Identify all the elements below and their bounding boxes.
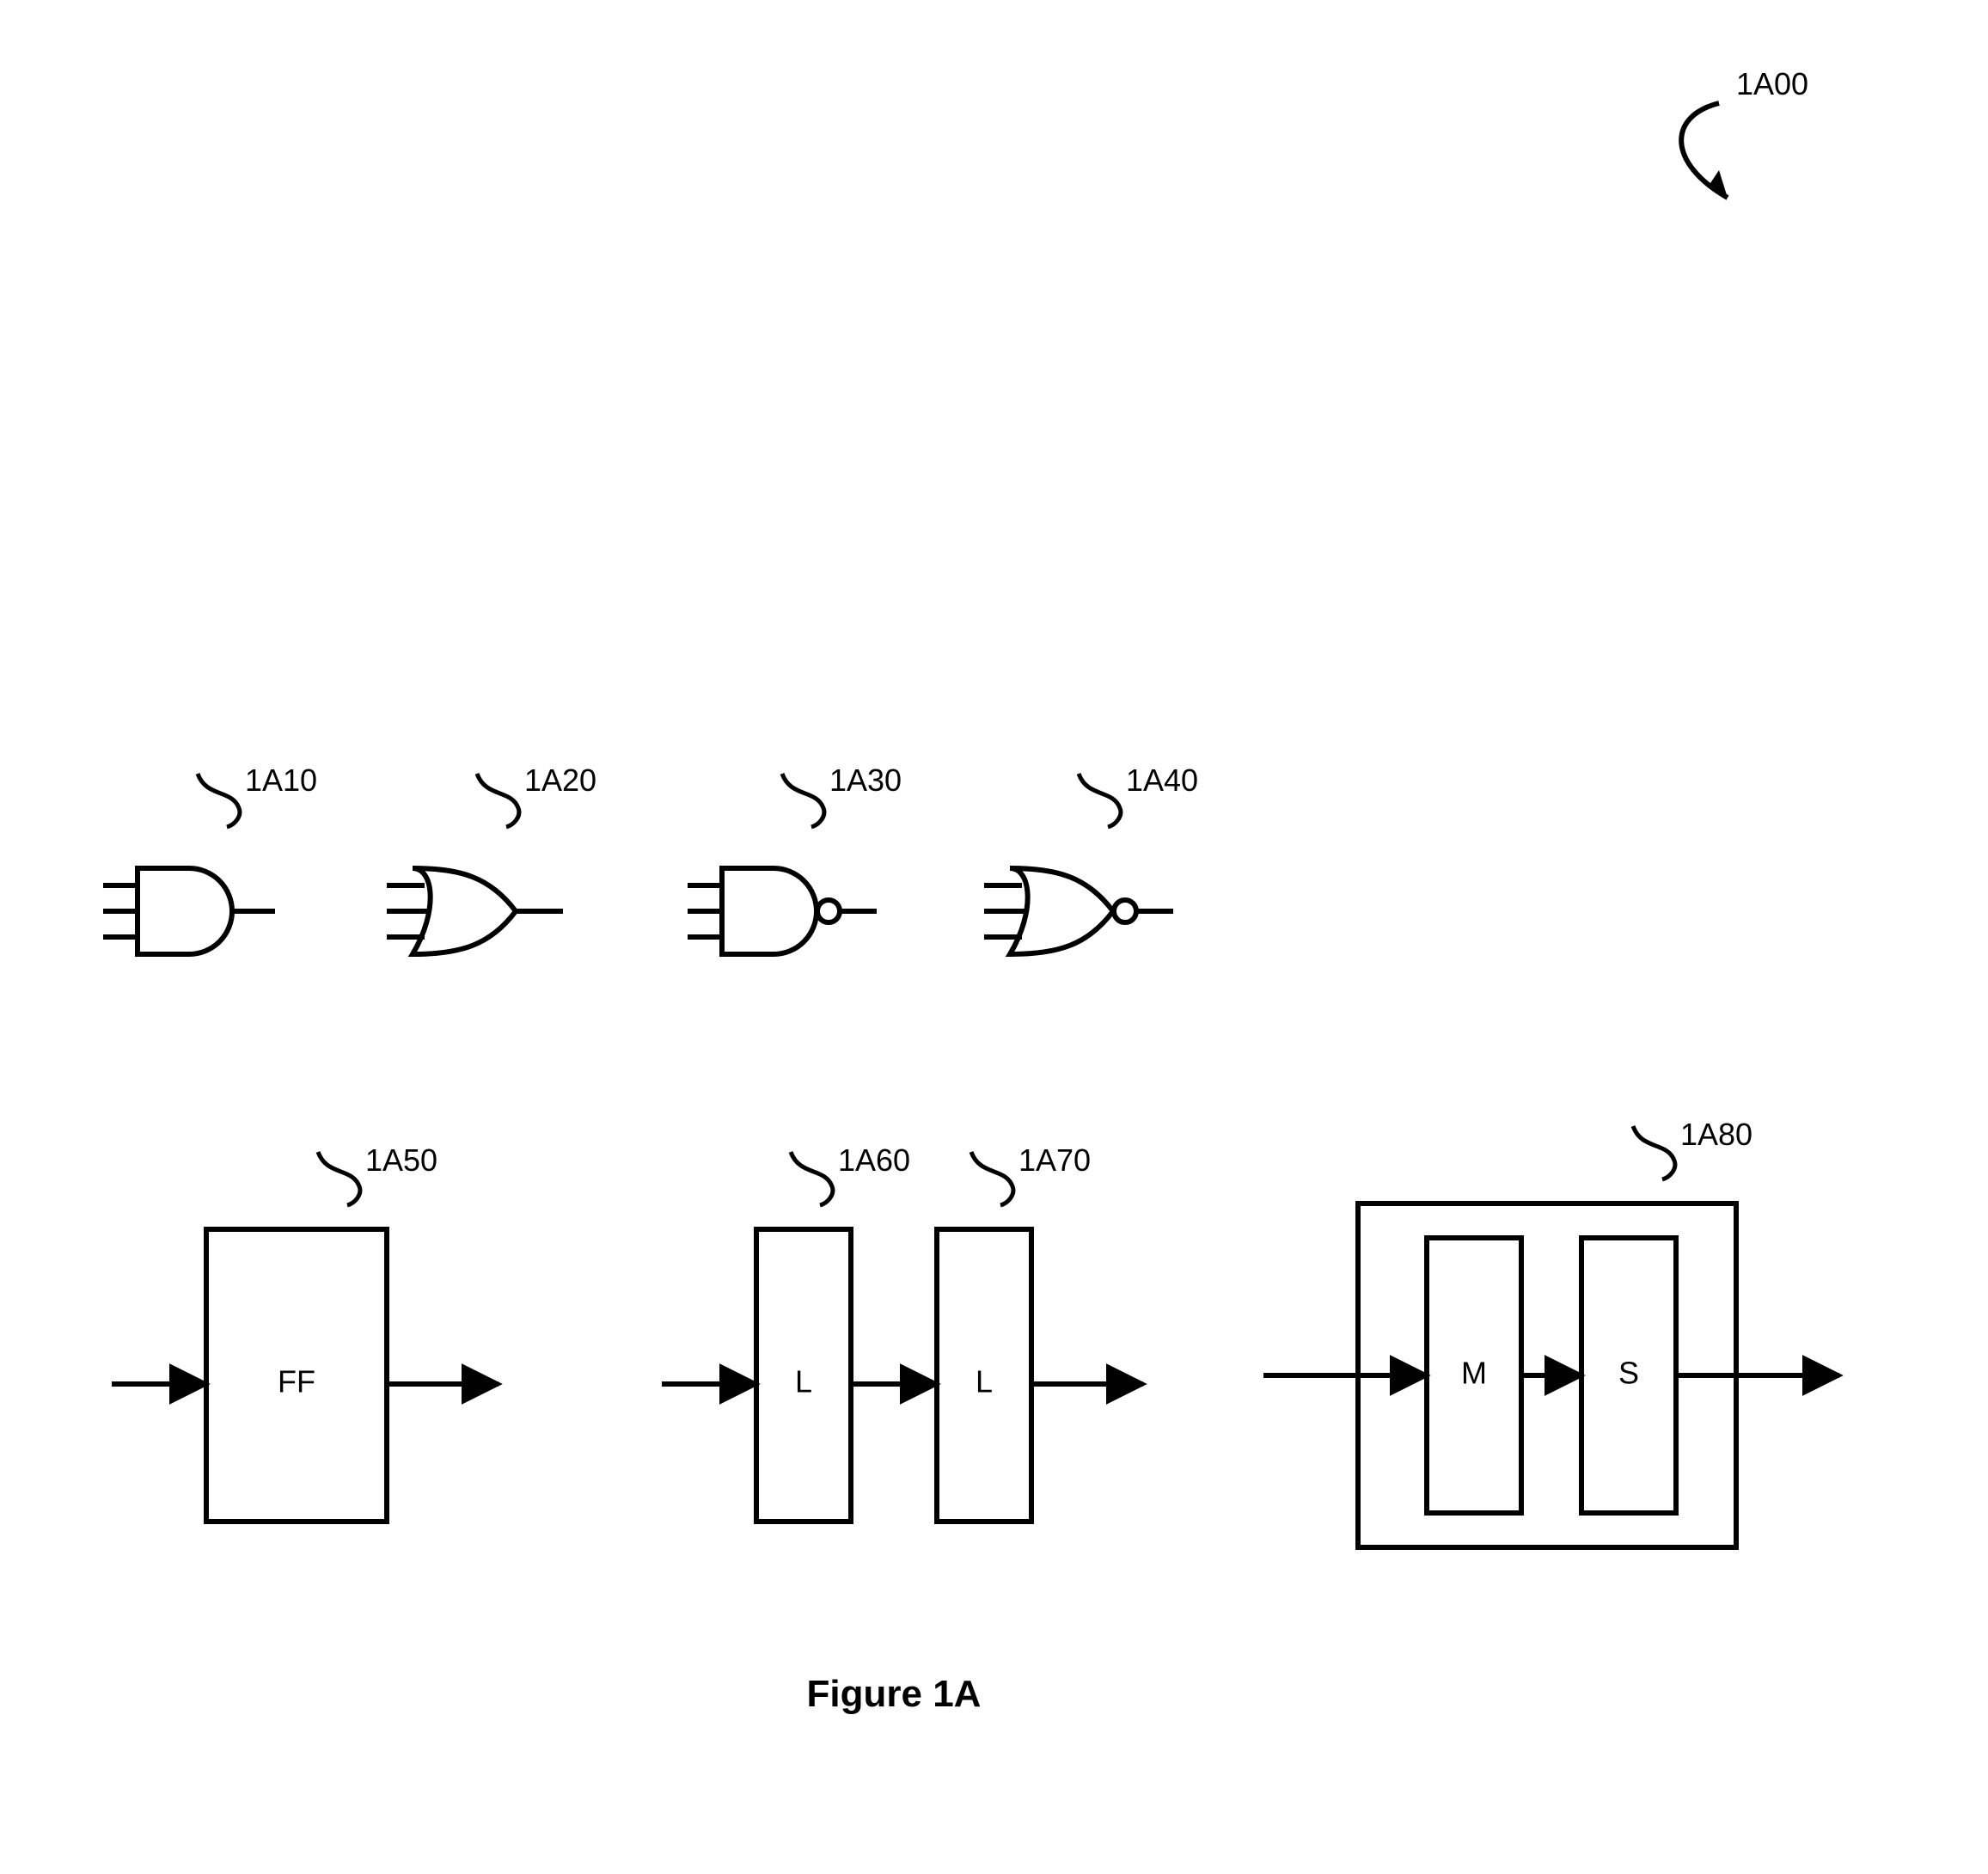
figure-1a: 1A00 1A10 1A20 — [0, 0, 1988, 1874]
ref-1a60-label: 1A60 — [838, 1142, 910, 1178]
ref-1a10-label: 1A10 — [245, 762, 317, 798]
slave-label: S — [1618, 1356, 1639, 1391]
gates-row: 1A10 1A20 1A30 — [103, 762, 1198, 954]
figure-ref-1a00: 1A00 — [1681, 66, 1808, 198]
figure-caption: Figure 1A — [807, 1673, 982, 1715]
ref-1a30-label: 1A30 — [829, 762, 902, 798]
nor-gate: 1A40 — [984, 762, 1198, 954]
ff-block: FF 1A50 — [112, 1142, 499, 1522]
ff-label: FF — [278, 1364, 315, 1399]
ms-container: M S 1A80 — [1263, 1117, 1839, 1547]
or-gate: 1A20 — [387, 762, 596, 954]
ref-1a50-label: 1A50 — [365, 1142, 437, 1178]
latch2-label: L — [976, 1364, 993, 1399]
ref-1a80-label: 1A80 — [1680, 1117, 1752, 1152]
ref-1a70-label: 1A70 — [1018, 1142, 1091, 1178]
ref-1a20-label: 1A20 — [524, 762, 596, 798]
latch1-label: L — [795, 1364, 812, 1399]
ref-1a40-label: 1A40 — [1126, 762, 1198, 798]
latch-pair: L 1A60 L 1A70 — [662, 1142, 1143, 1522]
ref-1a00-label: 1A00 — [1736, 66, 1808, 101]
nand-gate: 1A30 — [688, 762, 902, 954]
and-gate: 1A10 — [103, 762, 317, 954]
blocks-row: FF 1A50 L 1A60 L 1A70 — [112, 1117, 1839, 1547]
master-label: M — [1461, 1356, 1487, 1391]
